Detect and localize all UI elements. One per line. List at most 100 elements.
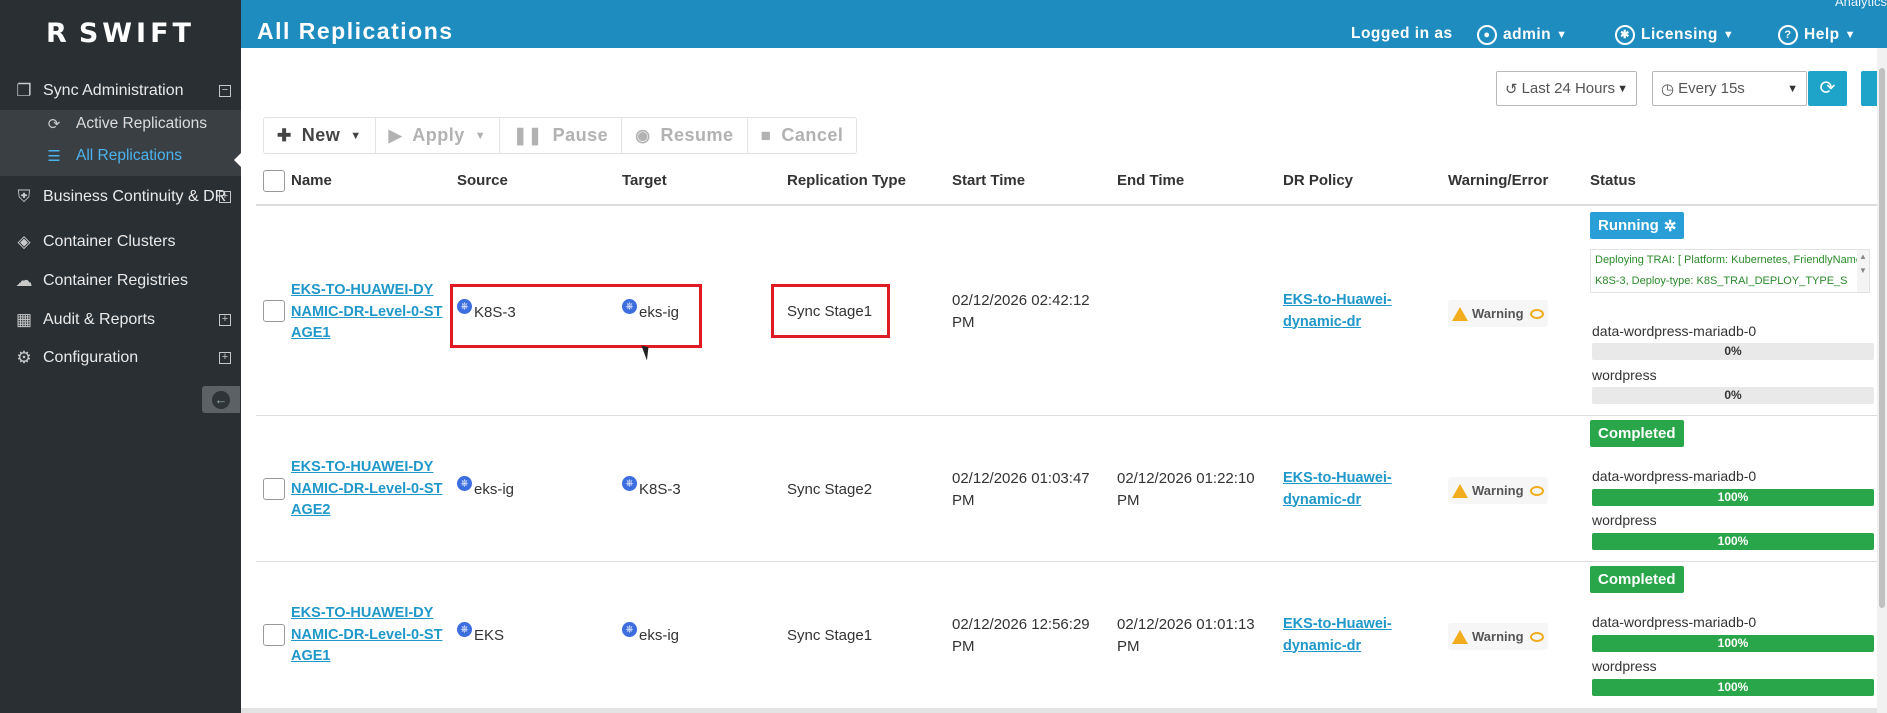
user-name: admin — [1503, 26, 1552, 43]
column-header-source[interactable]: Source — [457, 172, 508, 189]
kubernetes-icon: ⎈ — [457, 622, 472, 637]
chevron-down-icon: ▼ — [1556, 29, 1568, 41]
replication-name-link[interactable]: EKS-TO-HUAWEI-DYNAMIC-DR-Level-0-STAGE1 — [291, 280, 443, 345]
sidebar-item-sync-administration[interactable]: ❐ Sync Administration − — [0, 78, 241, 104]
expand-icon[interactable]: + — [219, 191, 231, 203]
column-header-status[interactable]: Status — [1590, 172, 1636, 189]
target-cell: ⎈ eks-ig — [622, 622, 680, 646]
column-header-dr-policy[interactable]: DR Policy — [1283, 172, 1353, 189]
gears-icon: ⚙ — [16, 348, 32, 367]
active-indicator — [234, 152, 242, 168]
source-value: EKS — [474, 627, 505, 644]
type-cell: Sync Stage2 — [787, 481, 873, 498]
progress-label: 0% — [1724, 388, 1742, 402]
analytics-link[interactable]: Analytics — [1835, 0, 1887, 9]
warning-icon — [1452, 629, 1468, 644]
user-icon: ● — [1477, 25, 1497, 45]
target-value: K8S-3 — [639, 481, 681, 498]
refresh-icon: ⟳ — [1819, 78, 1836, 99]
time-range-select[interactable]: ↺ Last 24 Hours ▼ — [1496, 71, 1637, 106]
replication-name-link[interactable]: EKS-TO-HUAWEI-DYNAMIC-DR-Level-0-STAGE2 — [291, 457, 443, 522]
time-range-value: Last 24 Hours — [1521, 80, 1615, 97]
chevron-down-icon: ▼ — [1844, 29, 1856, 41]
sidebar-item-configuration[interactable]: ⚙ Configuration + — [0, 345, 241, 371]
status-badge: Running ✲ — [1590, 212, 1685, 239]
warning-icon — [1452, 306, 1468, 321]
pause-button[interactable]: ❚❚ Pause — [500, 118, 623, 153]
progress-bar: 0% — [1592, 387, 1874, 404]
sidebar-item-all-replications[interactable]: ☰ All Replications — [46, 147, 182, 165]
column-header-end-time[interactable]: End Time — [1117, 172, 1184, 189]
collapse-icon[interactable]: − — [219, 85, 231, 97]
cancel-button[interactable]: ■ Cancel — [748, 118, 857, 153]
apply-button[interactable]: ▶ Apply ▼ — [376, 118, 501, 153]
new-button[interactable]: ✚ New ▼ — [264, 118, 376, 153]
app-logo[interactable]: R SWIFT — [0, 0, 241, 66]
target-value: eks-ig — [639, 627, 680, 644]
warning-badge[interactable]: Warning — [1448, 623, 1548, 650]
help-menu[interactable]: ? Help ▼ — [1778, 25, 1856, 45]
eye-icon[interactable] — [1529, 308, 1544, 319]
pause-label: Pause — [552, 125, 609, 145]
shield-icon: ⛨ — [17, 187, 31, 206]
collapse-sidebar-button[interactable]: ← — [202, 386, 240, 413]
sidebar-item-business-continuity[interactable]: ⛨ Business Continuity & DR + — [0, 184, 241, 210]
dr-policy-link[interactable]: EKS-to-Huawei-dynamic-dr — [1283, 290, 1443, 333]
copy-icon: ❐ — [16, 81, 32, 100]
sidebar-item-container-clusters[interactable]: ◈ Container Clusters — [0, 229, 241, 255]
column-header-start-time[interactable]: Start Time — [952, 172, 1025, 189]
expand-icon[interactable]: + — [219, 314, 231, 326]
row-checkbox[interactable] — [263, 478, 285, 500]
end-time-cell: 02/12/2026 01:22:10 PM — [1117, 470, 1255, 509]
chevron-down-icon: ▼ — [1722, 29, 1735, 41]
chevron-down-icon: ▼ — [350, 129, 362, 142]
column-header-target[interactable]: Target — [622, 172, 667, 189]
type-cell: Sync Stage1 — [787, 627, 873, 644]
chevron-down-icon: ▼ — [1787, 82, 1798, 95]
vertical-scrollbar[interactable] — [1877, 48, 1887, 713]
component-name: wordpress — [1592, 512, 1657, 528]
licensing-menu[interactable]: ✱ Licensing ▼ — [1615, 25, 1734, 45]
row-checkbox[interactable] — [263, 300, 285, 322]
arrow-left-icon: ← — [212, 390, 230, 409]
warning-label: Warning — [1472, 629, 1524, 644]
sidebar-item-label: Configuration — [43, 349, 139, 366]
action-toolbar: ✚ New ▼ ▶ Apply ▼ ❚❚ Pause ◉ Resume ■ Ca… — [263, 117, 858, 154]
resume-button[interactable]: ◉ Resume — [622, 118, 748, 153]
spinner-icon: ✲ — [1663, 217, 1677, 235]
select-all-checkbox[interactable] — [263, 170, 285, 192]
row-checkbox[interactable] — [263, 624, 285, 646]
list-icon: ☰ — [47, 148, 61, 165]
chevron-down-icon: ▼ — [1617, 82, 1628, 95]
progress-label: 100% — [1717, 636, 1749, 650]
eye-icon[interactable] — [1529, 485, 1544, 496]
component-name: data-wordpress-mariadb-0 — [1592, 614, 1757, 630]
replication-name-link[interactable]: EKS-TO-HUAWEI-DYNAMIC-DR-Level-0-STAGE1 — [291, 603, 443, 668]
refresh-button[interactable]: ⟳ — [1808, 71, 1847, 106]
logo-r: R — [46, 17, 71, 49]
column-header-type[interactable]: Replication Type — [787, 172, 906, 189]
sidebar-item-label: Audit & Reports — [43, 311, 156, 328]
horizontal-scrollbar[interactable] — [241, 708, 1877, 713]
column-header-name[interactable]: Name — [291, 172, 332, 189]
eye-icon[interactable] — [1529, 631, 1544, 642]
user-menu[interactable]: ● admin ▼ — [1477, 25, 1568, 45]
sidebar-item-active-replications[interactable]: ⟳ Active Replications — [46, 115, 207, 133]
refresh-interval-select[interactable]: ◷ Every 15s ▼ — [1652, 71, 1807, 106]
start-time-cell: 02/12/2026 02:42:12 PM — [952, 292, 1090, 331]
status-log[interactable]: Deploying TRAI: [ Platform: Kubernetes, … — [1590, 249, 1870, 293]
scrollbar-thumb[interactable] — [1879, 68, 1885, 608]
dr-policy-link[interactable]: EKS-to-Huawei-dynamic-dr — [1283, 614, 1443, 657]
expand-icon[interactable]: + — [219, 352, 231, 364]
log-scrollbar[interactable]: ▲ ▼ — [1857, 250, 1869, 292]
warning-badge[interactable]: Warning — [1448, 477, 1548, 504]
dr-policy-link[interactable]: EKS-to-Huawei-dynamic-dr — [1283, 468, 1443, 511]
column-header-warning[interactable]: Warning/Error — [1448, 172, 1548, 189]
status-label: Completed — [1598, 571, 1676, 588]
refresh-icon: ⟳ — [47, 116, 61, 133]
warning-badge[interactable]: Warning — [1448, 300, 1548, 327]
logo-text: SWIFT — [78, 17, 195, 49]
status-badge: Completed — [1590, 566, 1684, 593]
sidebar-item-container-registries[interactable]: ☁ Container Registries — [0, 268, 241, 294]
sidebar-item-audit-reports[interactable]: ▦ Audit & Reports + — [0, 307, 241, 333]
